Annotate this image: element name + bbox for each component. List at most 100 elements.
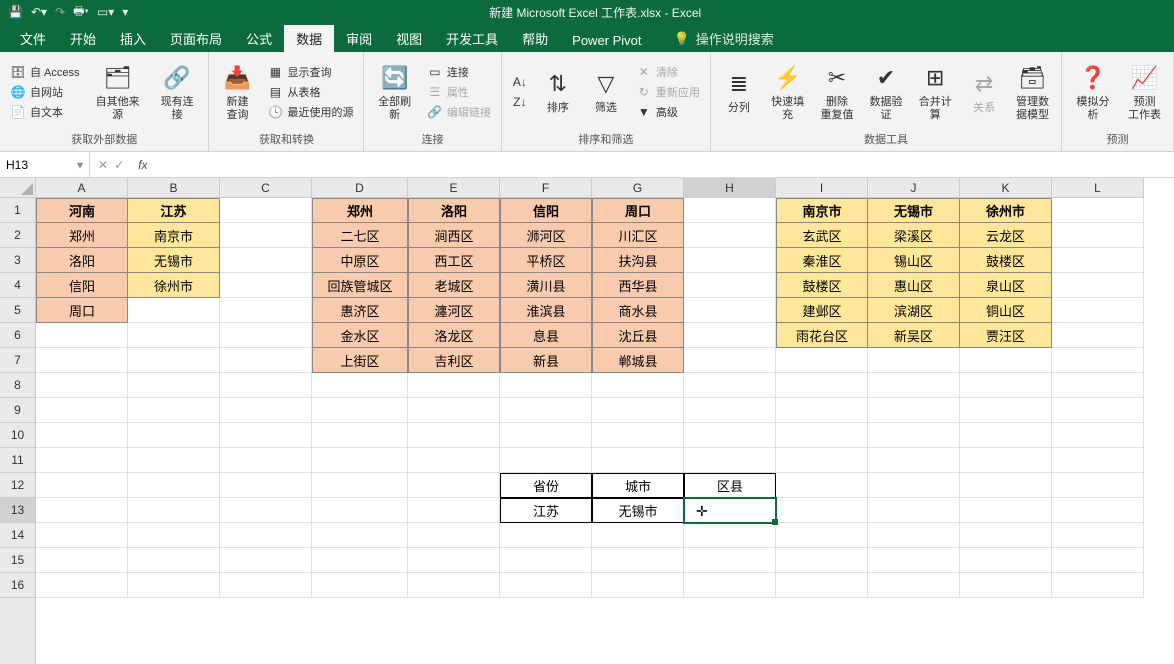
manage-model-button[interactable]: 🗃管理数 据模型 [1010, 60, 1055, 123]
cell-B3[interactable]: 无锡市 [128, 248, 220, 273]
cell-I5[interactable]: 建邺区 [776, 298, 868, 323]
cell-A11[interactable] [36, 448, 128, 473]
redo-icon[interactable]: ↷ [55, 5, 65, 19]
cell-H13[interactable] [684, 498, 776, 523]
column-headers[interactable]: ABCDEFGHIJKL [36, 178, 1144, 198]
cell-B7[interactable] [128, 348, 220, 373]
cell-L6[interactable] [1052, 323, 1144, 348]
existing-conn-button[interactable]: 🔗现有连接 [152, 60, 203, 123]
cell-D9[interactable] [312, 398, 408, 423]
cell-I14[interactable] [776, 523, 868, 548]
column-header-K[interactable]: K [960, 178, 1052, 197]
row-header-12[interactable]: 12 [0, 473, 35, 498]
cell-A2[interactable]: 郑州 [36, 223, 128, 248]
row-header-2[interactable]: 2 [0, 223, 35, 248]
cell-C15[interactable] [220, 548, 312, 573]
cell-A3[interactable]: 洛阳 [36, 248, 128, 273]
row-header-5[interactable]: 5 [0, 298, 35, 323]
cell-K13[interactable] [960, 498, 1052, 523]
cell-B15[interactable] [128, 548, 220, 573]
cell-A9[interactable] [36, 398, 128, 423]
from-table-button[interactable]: ▤从表格 [263, 83, 357, 101]
tab-powerpivot[interactable]: Power Pivot [560, 29, 653, 52]
row-header-13[interactable]: 13 [0, 498, 35, 523]
cell-G11[interactable] [592, 448, 684, 473]
cell-I8[interactable] [776, 373, 868, 398]
cell-G3[interactable]: 扶沟县 [592, 248, 684, 273]
cell-E8[interactable] [408, 373, 500, 398]
undo-icon[interactable]: ↶▾ [31, 5, 47, 19]
cell-L1[interactable] [1052, 198, 1144, 223]
cell-E13[interactable] [408, 498, 500, 523]
cell-J14[interactable] [868, 523, 960, 548]
cell-I15[interactable] [776, 548, 868, 573]
name-box[interactable]: H13 ▾ [0, 152, 90, 177]
cell-F9[interactable] [500, 398, 592, 423]
cell-F11[interactable] [500, 448, 592, 473]
cell-G16[interactable] [592, 573, 684, 598]
cell-A5[interactable]: 周口 [36, 298, 128, 323]
cell-L5[interactable] [1052, 298, 1144, 323]
sort-az-button[interactable]: A↓ [508, 73, 532, 91]
column-header-H[interactable]: H [684, 178, 776, 197]
new-query-button[interactable]: 📥新建 查询 [215, 60, 259, 123]
cell-E16[interactable] [408, 573, 500, 598]
qat-more-icon[interactable]: ▾ [122, 5, 128, 19]
connections-button[interactable]: ▭连接 [423, 63, 495, 81]
cell-I11[interactable] [776, 448, 868, 473]
row-header-15[interactable]: 15 [0, 548, 35, 573]
cell-F5[interactable]: 淮滨县 [500, 298, 592, 323]
cell-I10[interactable] [776, 423, 868, 448]
cell-H2[interactable] [684, 223, 776, 248]
show-queries-button[interactable]: ▦显示查询 [263, 63, 357, 81]
cell-D14[interactable] [312, 523, 408, 548]
cell-E10[interactable] [408, 423, 500, 448]
cell-H6[interactable] [684, 323, 776, 348]
cell-B5[interactable] [128, 298, 220, 323]
column-header-I[interactable]: I [776, 178, 868, 197]
remove-dup-button[interactable]: ✂删除 重复值 [814, 60, 859, 123]
cell-J13[interactable] [868, 498, 960, 523]
cell-K16[interactable] [960, 573, 1052, 598]
sort-button[interactable]: ⇅排序 [536, 66, 580, 117]
cell-H12[interactable]: 区县 [684, 473, 776, 498]
cell-A10[interactable] [36, 423, 128, 448]
row-header-6[interactable]: 6 [0, 323, 35, 348]
cell-D6[interactable]: 金水区 [312, 323, 408, 348]
cell-K2[interactable]: 云龙区 [960, 223, 1052, 248]
cell-D11[interactable] [312, 448, 408, 473]
cell-E12[interactable] [408, 473, 500, 498]
cell-F12[interactable]: 省份 [500, 473, 592, 498]
cell-F15[interactable] [500, 548, 592, 573]
tab-data[interactable]: 数据 [284, 25, 334, 52]
cell-C9[interactable] [220, 398, 312, 423]
filter-button[interactable]: ▽筛选 [584, 66, 628, 117]
cell-K3[interactable]: 鼓楼区 [960, 248, 1052, 273]
row-header-10[interactable]: 10 [0, 423, 35, 448]
cell-F4[interactable]: 潢川县 [500, 273, 592, 298]
cell-L9[interactable] [1052, 398, 1144, 423]
cell-J15[interactable] [868, 548, 960, 573]
cell-J7[interactable] [868, 348, 960, 373]
cell-G2[interactable]: 川汇区 [592, 223, 684, 248]
cell-H14[interactable] [684, 523, 776, 548]
cell-K4[interactable]: 泉山区 [960, 273, 1052, 298]
tab-dev[interactable]: 开发工具 [434, 25, 510, 52]
cell-L14[interactable] [1052, 523, 1144, 548]
cell-K14[interactable] [960, 523, 1052, 548]
cell-G4[interactable]: 西华县 [592, 273, 684, 298]
cell-B14[interactable] [128, 523, 220, 548]
row-header-16[interactable]: 16 [0, 573, 35, 598]
tab-home[interactable]: 开始 [58, 25, 108, 52]
cell-G8[interactable] [592, 373, 684, 398]
cell-A16[interactable] [36, 573, 128, 598]
cell-H3[interactable] [684, 248, 776, 273]
cell-D5[interactable]: 惠济区 [312, 298, 408, 323]
row-header-7[interactable]: 7 [0, 348, 35, 373]
column-header-L[interactable]: L [1052, 178, 1144, 197]
column-header-D[interactable]: D [312, 178, 408, 197]
cell-A4[interactable]: 信阳 [36, 273, 128, 298]
cell-B13[interactable] [128, 498, 220, 523]
namebox-dropdown-icon[interactable]: ▾ [77, 158, 83, 172]
cell-J2[interactable]: 梁溪区 [868, 223, 960, 248]
